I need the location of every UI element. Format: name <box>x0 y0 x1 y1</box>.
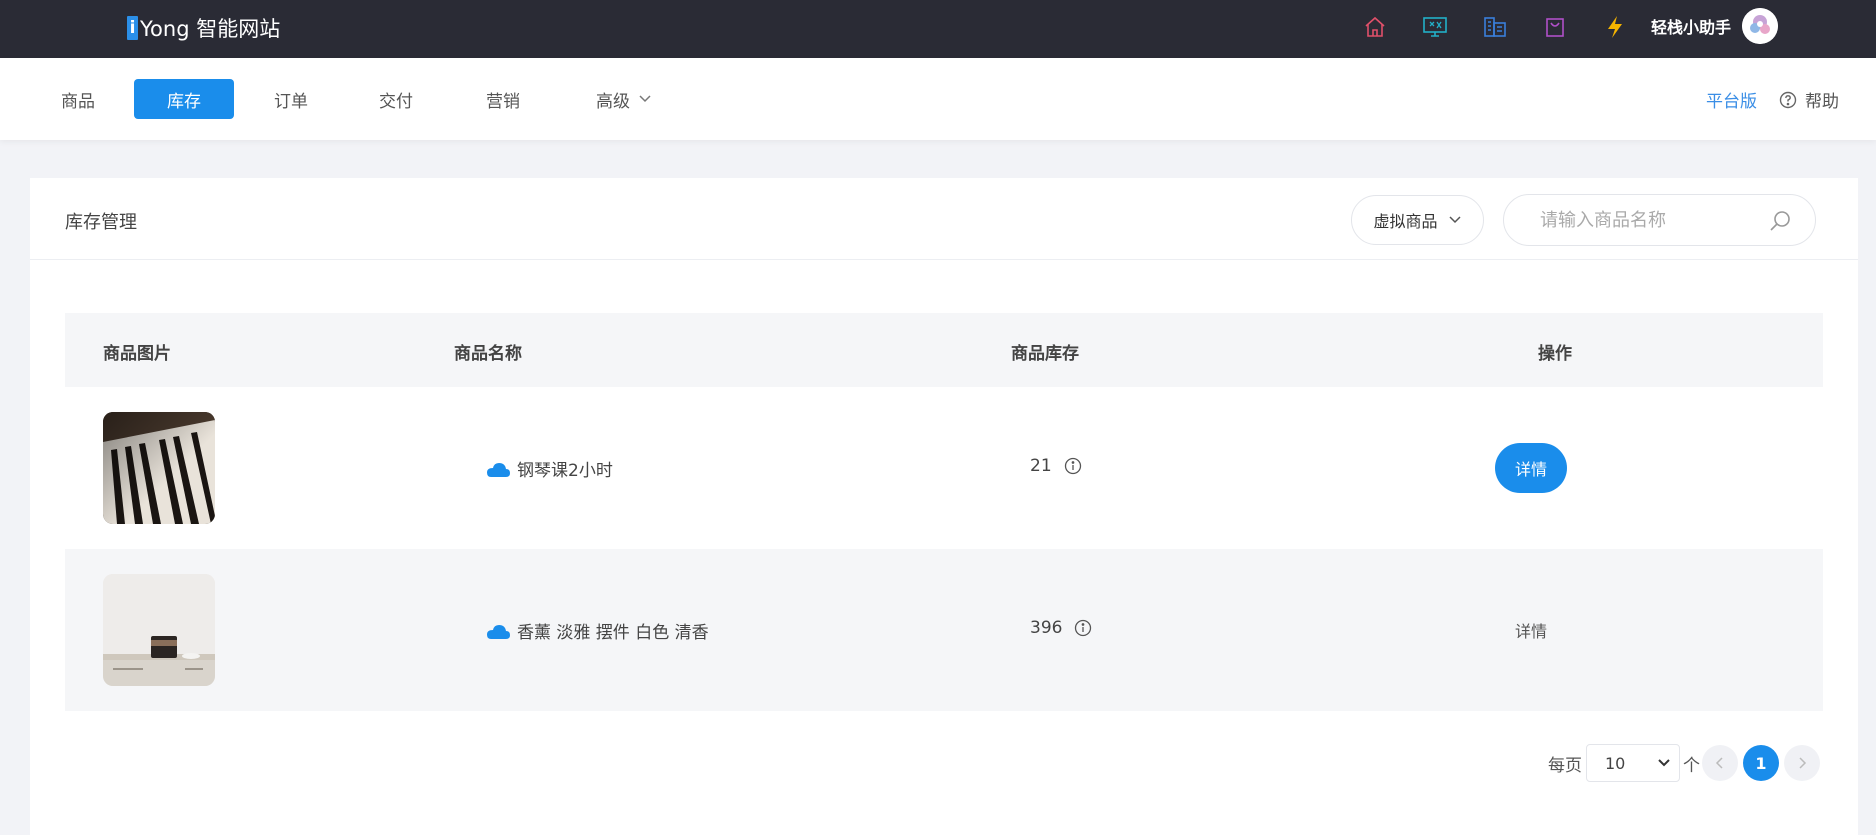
info-icon[interactable] <box>1074 619 1092 637</box>
nav-item-advanced-label: 高级 <box>596 91 630 112</box>
next-page-button[interactable] <box>1784 745 1820 781</box>
product-image-candle <box>103 574 215 686</box>
user-name[interactable]: 轻栈小助手 <box>1651 14 1731 38</box>
product-type-value: 虚拟商品 <box>1373 212 1438 231</box>
bag-icon[interactable] <box>1540 12 1570 42</box>
detail-button[interactable]: 详情 <box>1495 605 1567 655</box>
page-1-button[interactable]: 1 <box>1743 745 1779 781</box>
nav-item-products[interactable]: 商品 <box>52 79 104 119</box>
nav-item-orders[interactable]: 订单 <box>265 79 317 119</box>
nav-item-marketing[interactable]: 营销 <box>477 79 529 119</box>
product-name: 钢琴课2小时 <box>485 456 613 481</box>
help-label: 帮助 <box>1805 92 1839 112</box>
info-icon[interactable] <box>1064 457 1082 475</box>
lightning-icon[interactable] <box>1600 12 1630 42</box>
stock-value: 396 <box>1030 618 1063 638</box>
product-name-text: 钢琴课2小时 <box>517 461 613 481</box>
product-type-select[interactable]: 虚拟商品 <box>1351 195 1484 245</box>
page-title: 库存管理 <box>65 212 137 233</box>
platform-edition-link[interactable]: 平台版 <box>1706 87 1757 112</box>
brand-text: Yong 智能网站 <box>140 17 281 41</box>
search-icon[interactable] <box>1769 209 1793 237</box>
search-box <box>1503 194 1816 246</box>
product-image-piano <box>103 412 215 524</box>
building-icon[interactable] <box>1480 12 1510 42</box>
product-name: 香薰 淡雅 摆件 白色 清香 <box>485 618 709 643</box>
col-header-name: 商品名称 <box>454 344 522 364</box>
search-input[interactable] <box>1540 195 1770 245</box>
inventory-card: 库存管理 虚拟商品 商品图片 商品名称 商品库存 操作 <box>30 178 1858 835</box>
detail-button[interactable]: 详情 <box>1495 443 1567 493</box>
col-header-stock: 商品库存 <box>1011 344 1079 364</box>
per-page-value: 10 <box>1605 753 1626 773</box>
stock-cell: 396 <box>1030 618 1092 638</box>
brand-badge: i <box>127 16 138 40</box>
top-bar: i Yong 智能网站 轻栈小助手 <box>0 0 1876 58</box>
table-row: 香薰 淡雅 摆件 白色 清香 396 详情 <box>65 549 1823 711</box>
col-header-image: 商品图片 <box>103 344 171 364</box>
per-page-label: 每页 <box>1548 756 1582 776</box>
nav-item-inventory[interactable]: 库存 <box>134 79 234 119</box>
brand-logo[interactable]: i Yong 智能网站 <box>127 13 280 43</box>
main-nav: 商品 库存 订单 交付 营销 高级 平台版 帮助 <box>0 58 1876 140</box>
nav-item-advanced[interactable]: 高级 <box>588 79 660 119</box>
cloud-icon <box>487 624 510 639</box>
help-link[interactable]: 帮助 <box>1779 87 1839 112</box>
chevron-down-icon <box>639 95 651 103</box>
chevron-down-icon <box>1448 216 1461 224</box>
product-name-text: 香薰 淡雅 摆件 白色 清香 <box>517 623 709 643</box>
avatar[interactable] <box>1742 8 1778 44</box>
stock-value: 21 <box>1030 456 1052 476</box>
table-header: 商品图片 商品名称 商品库存 操作 <box>65 313 1823 387</box>
card-header: 库存管理 虚拟商品 <box>30 178 1858 260</box>
prev-page-button[interactable] <box>1702 745 1738 781</box>
nav-item-delivery[interactable]: 交付 <box>370 79 422 119</box>
home-icon[interactable] <box>1360 12 1390 42</box>
help-icon <box>1779 91 1797 108</box>
per-page-unit: 个 <box>1683 756 1700 776</box>
chevron-down-icon <box>1658 759 1670 767</box>
col-header-action: 操作 <box>1538 344 1572 364</box>
monitor-icon[interactable] <box>1420 12 1450 42</box>
per-page-select[interactable]: 10 <box>1586 744 1680 782</box>
chevron-left-icon <box>1715 757 1723 769</box>
stock-cell: 21 <box>1030 456 1082 476</box>
cloud-icon <box>487 462 510 477</box>
table-row: 钢琴课2小时 21 详情 <box>65 387 1823 549</box>
chevron-right-icon <box>1799 757 1807 769</box>
